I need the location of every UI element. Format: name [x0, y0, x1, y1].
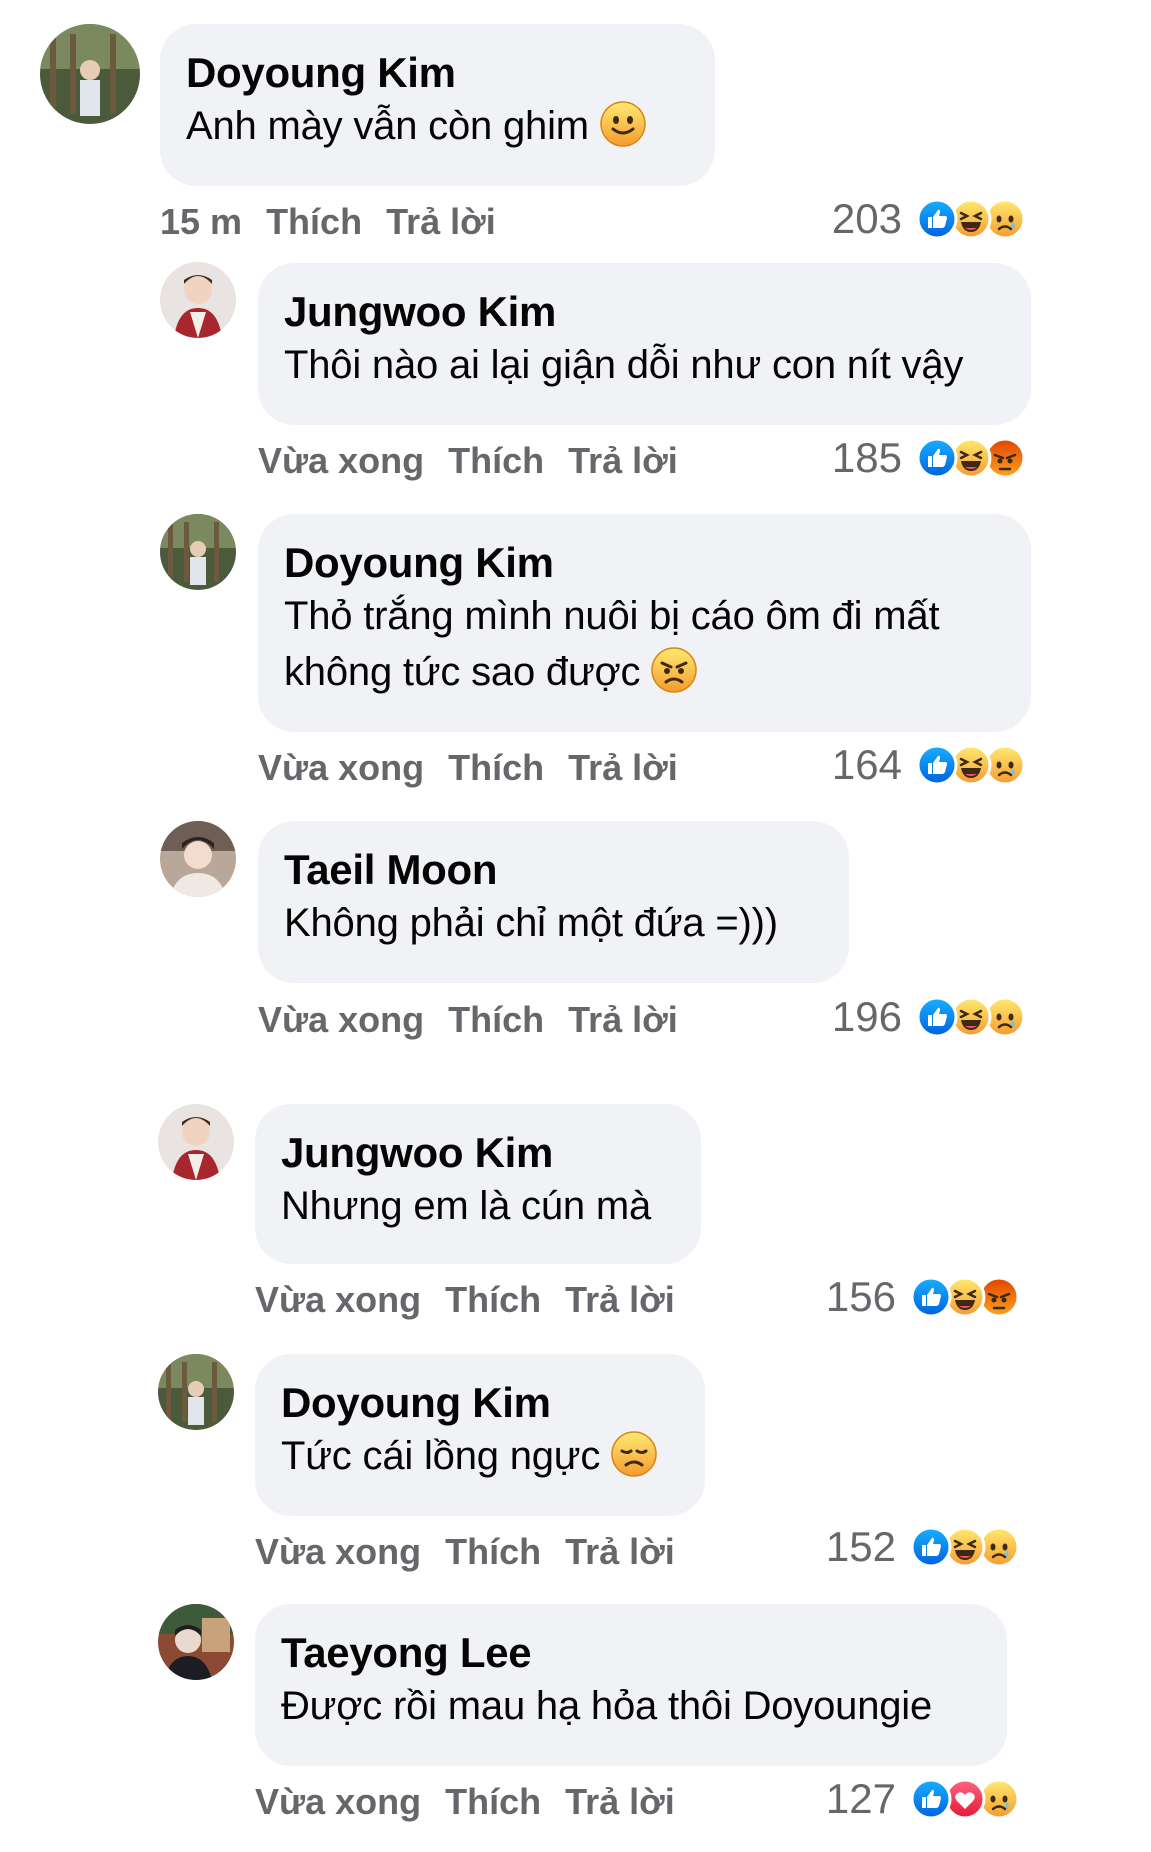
comment-author[interactable]: Doyoung Kim	[281, 1378, 679, 1428]
reaction-summary[interactable]: 185	[780, 435, 1030, 481]
comment-actions: Vừa xong Thích Trả lời	[255, 1278, 699, 1322]
comment-author[interactable]: Taeyong Lee	[281, 1628, 981, 1678]
reaction-count: 185	[831, 434, 902, 481]
reaction-summary[interactable]: 203	[780, 196, 1030, 242]
comment-actions: 15 m Thích Trả lời	[160, 200, 520, 244]
avatar-taeil[interactable]	[160, 821, 236, 897]
like-reaction-icon	[910, 1526, 952, 1568]
like-button[interactable]: Thích	[448, 999, 544, 1040]
comment-bubble: Doyoung Kim Tức cái lồng ngực	[255, 1354, 705, 1516]
comment-author[interactable]: Jungwoo Kim	[281, 1128, 675, 1178]
comment-actions: Vừa xong Thích Trả lời	[258, 439, 702, 483]
comment-text: Được rồi mau hạ hỏa thôi Doyoungie	[281, 1684, 933, 1728]
comment-text: Thôi nào ai lại giận dỗi như con nít vậy	[284, 343, 964, 387]
reaction-summary[interactable]: 164	[780, 742, 1030, 788]
comment-author[interactable]: Taeil Moon	[284, 845, 823, 895]
comment-text: Nhưng em là cún mà	[281, 1184, 652, 1228]
angry-emoji-icon	[650, 646, 698, 694]
comment-author[interactable]: Doyoung Kim	[186, 48, 689, 98]
comment-text: Không phải chỉ một đứa =)))	[284, 901, 778, 945]
comment-text: Thỏ trắng mình nuôi bị cáo ôm đi mất khôn…	[284, 594, 940, 694]
comment-text: Tức cái lồng ngực	[281, 1428, 679, 1484]
reaction-summary[interactable]: 152	[774, 1524, 1024, 1570]
comment-author[interactable]: Doyoung Kim	[284, 538, 1005, 588]
reaction-summary[interactable]: 156	[774, 1274, 1024, 1320]
like-reaction-icon	[916, 996, 958, 1038]
reply-button[interactable]: Trả lời	[568, 999, 678, 1040]
reply-button[interactable]: Trả lời	[565, 1781, 675, 1822]
reaction-summary[interactable]: 127	[774, 1776, 1024, 1822]
avatar-taeyong[interactable]	[158, 1604, 234, 1680]
comment-actions: Vừa xong Thích Trả lời	[255, 1530, 699, 1574]
reaction-summary[interactable]: 196	[780, 994, 1030, 1040]
comment-actions: Vừa xong Thích Trả lời	[258, 746, 702, 790]
comment-text: Anh mày vẫn còn ghim	[186, 98, 689, 154]
like-button[interactable]: Thích	[445, 1531, 541, 1572]
comment-7: Taeyong Lee Được rồi mau hạ hỏa thôi Doy…	[0, 0, 1151, 1822]
comment-bubble: Jungwoo Kim Nhưng em là cún mà	[255, 1104, 701, 1264]
disappointed-emoji-icon	[610, 1430, 658, 1478]
reaction-count: 203	[831, 195, 902, 242]
reply-button[interactable]: Trả lời	[565, 1279, 675, 1320]
reaction-count: 152	[825, 1523, 896, 1570]
like-reaction-icon	[916, 744, 958, 786]
comment-time: Vừa xong	[255, 1531, 422, 1572]
comment-actions: Vừa xong Thích Trả lời	[258, 998, 702, 1042]
avatar-doyoung[interactable]	[158, 1354, 234, 1430]
like-reaction-icon	[910, 1276, 952, 1318]
reply-button[interactable]: Trả lời	[565, 1531, 675, 1572]
like-reaction-icon	[910, 1778, 952, 1820]
like-button[interactable]: Thích	[445, 1781, 541, 1822]
like-reaction-icon	[916, 437, 958, 479]
comment-bubble: Taeil Moon Không phải chỉ một đứa =)))	[258, 821, 849, 983]
comment-bubble: Taeyong Lee Được rồi mau hạ hỏa thôi Doy…	[255, 1604, 1007, 1766]
like-reaction-icon	[916, 198, 958, 240]
reaction-count: 156	[825, 1273, 896, 1320]
smile-emoji-icon	[599, 100, 647, 148]
comment-author[interactable]: Jungwoo Kim	[284, 287, 1005, 337]
avatar-doyoung[interactable]	[160, 514, 236, 590]
reply-button[interactable]: Trả lời	[568, 440, 678, 481]
like-button[interactable]: Thích	[445, 1279, 541, 1320]
comment-time: Vừa xong	[258, 999, 425, 1040]
reaction-count: 164	[831, 741, 902, 788]
reply-button[interactable]: Trả lời	[568, 747, 678, 788]
comment-time: Vừa xong	[258, 440, 425, 481]
like-button[interactable]: Thích	[448, 440, 544, 481]
comment-time: Vừa xong	[258, 747, 425, 788]
comment-time: Vừa xong	[255, 1279, 422, 1320]
reply-button[interactable]: Trả lời	[386, 201, 496, 242]
comment-time: Vừa xong	[255, 1781, 422, 1822]
comment-bubble: Doyoung Kim Anh mày vẫn còn ghim	[160, 24, 715, 186]
comment-actions: Vừa xong Thích Trả lời	[255, 1780, 699, 1824]
avatar-jungwoo[interactable]	[158, 1104, 234, 1180]
like-button[interactable]: Thích	[266, 201, 362, 242]
like-button[interactable]: Thích	[448, 747, 544, 788]
reaction-count: 127	[825, 1775, 896, 1822]
comment-bubble: Doyoung Kim Thỏ trắng mình nuôi bị cáo ô…	[258, 514, 1031, 732]
avatar-jungwoo[interactable]	[160, 262, 236, 338]
reaction-count: 196	[831, 993, 902, 1040]
comment-bubble: Jungwoo Kim Thôi nào ai lại giận dỗi như…	[258, 263, 1031, 425]
avatar-doyoung[interactable]	[40, 24, 140, 124]
comment-time: 15 m	[160, 201, 243, 242]
